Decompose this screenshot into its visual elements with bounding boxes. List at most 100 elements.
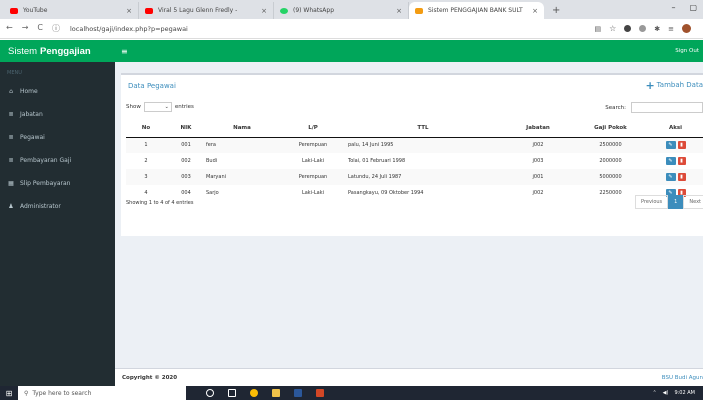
delete-icon[interactable]: ▮ [677, 141, 686, 150]
task-view-icon[interactable] [228, 389, 236, 397]
cell-nama: Budi [206, 158, 218, 164]
windows-start-icon[interactable]: ⊞ [0, 386, 18, 400]
brand-prefix: Sistem [8, 45, 38, 57]
sidebar-toggle-icon[interactable]: ≡ [121, 47, 128, 56]
sign-out-link[interactable]: Sign Out [675, 48, 699, 54]
network-icon[interactable]: ⌃ [652, 390, 656, 396]
browser-tab[interactable]: (9) WhatsApp × [274, 2, 409, 19]
browser-tab[interactable]: Viral 5 Lagu Glenn Fredly - × [139, 2, 274, 19]
cell-jabatan: j002 [532, 190, 544, 196]
url-field[interactable]: localhost/gaji/index.php?p=pegawai [70, 25, 594, 33]
sidebar-item-pembayaran-gaji[interactable]: ≣ Pembayaran Gaji [0, 149, 115, 172]
sidebar-item-pegawai[interactable]: ≣ Pegawai [0, 126, 115, 149]
cell-aksi: ✎ ▮ [643, 169, 703, 185]
sidebar-item-administrator[interactable]: ♟ Administrator [0, 195, 115, 218]
clock[interactable]: 9:02 AM [674, 390, 695, 396]
edit-icon[interactable]: ✎ [665, 173, 676, 181]
cell-nama: Sarjo [206, 190, 219, 196]
cell-jabatan: j003 [532, 158, 544, 164]
pagination: Previous 1 Next [635, 195, 703, 209]
cell-gaji: 2500000 [578, 137, 643, 153]
cortana-icon[interactable] [206, 389, 214, 397]
cell-gaji: 2250000 [599, 190, 622, 196]
entries-select[interactable]: ⌄ [143, 102, 172, 112]
reload-icon[interactable]: C [37, 23, 43, 34]
sidebar-item-home[interactable]: ⌂ Home [0, 80, 115, 103]
sidebar-item-jabatan[interactable]: ≣ Jabatan [0, 103, 115, 126]
new-tab-icon[interactable]: + [544, 2, 568, 19]
back-icon[interactable]: ← [6, 23, 13, 34]
powerpoint-icon[interactable] [316, 389, 324, 397]
cell-nik: 001 [166, 137, 206, 153]
sidebar-item-slip-pembayaran[interactable]: ▦ Slip Pembayaran [0, 172, 115, 195]
column-header-ttl[interactable]: TTL [348, 120, 498, 138]
minimize-icon[interactable]: – [671, 3, 675, 12]
cell-lp: Laki-Laki [301, 190, 325, 196]
close-tab-icon[interactable]: × [126, 7, 132, 15]
home-icon: ⌂ [9, 88, 13, 95]
browser-tab[interactable]: YouTube × [4, 2, 139, 19]
table-row: 1 001 fera Perempuan palu, 14 Juni 1995 … [126, 137, 703, 153]
close-tab-icon[interactable]: × [532, 7, 538, 15]
search-input[interactable] [631, 102, 703, 113]
tambah-data-button[interactable]: + Tambah Data [645, 80, 703, 91]
chrome-icon[interactable] [250, 389, 258, 397]
data-pegawai-panel: Data Pegawai + Tambah Data Show ⌄ entries… [121, 73, 703, 236]
extension-icon[interactable] [624, 25, 632, 32]
list-icon: ≣ [8, 134, 14, 141]
column-header-lp[interactable]: L/P [278, 120, 348, 138]
translate-icon[interactable]: ▤ [594, 25, 601, 33]
profile-avatar[interactable] [682, 24, 691, 33]
cell-lp: Perempuan [278, 137, 348, 153]
previous-page-button[interactable]: Previous [635, 195, 669, 209]
brand-name: Penggajian [40, 45, 91, 57]
taskbar-search-placeholder: Type here to search [32, 389, 92, 397]
file-explorer-icon[interactable] [272, 389, 280, 397]
tab-label: Viral 5 Lagu Glenn Fredly - [158, 7, 238, 14]
user-icon: ♟ [8, 203, 14, 210]
taskbar-search[interactable]: ⚲ Type here to search [18, 386, 186, 400]
volume-icon[interactable]: ◀) [663, 390, 669, 396]
cell-aksi: ✎ ▮ [643, 153, 703, 169]
sidebar-item-label: Pembayaran Gaji [20, 157, 72, 164]
delete-icon[interactable]: ▮ [677, 157, 686, 165]
close-tab-icon[interactable]: × [261, 7, 267, 15]
list-icon: ≣ [8, 111, 14, 118]
table-info: Showing 1 to 4 of 4 entries [126, 200, 194, 206]
nav-buttons: ← → C ⓘ [6, 23, 60, 34]
column-header-no[interactable]: No [126, 120, 166, 138]
puzzle-icon[interactable]: ✱ [654, 25, 660, 33]
cell-jabatan: j001 [498, 169, 578, 185]
close-tab-icon[interactable]: × [396, 7, 402, 15]
browser-tab-active[interactable]: Sistem PENGGAJIAN BANK SULT × [409, 2, 544, 19]
cell-no: 3 [126, 169, 166, 185]
word-icon[interactable] [294, 389, 302, 397]
table-search: Search: [605, 102, 703, 113]
maximize-icon[interactable]: ▢ [689, 3, 697, 12]
cell-lp: Perempuan [278, 169, 348, 185]
next-page-button[interactable]: Next [683, 195, 703, 209]
copyright-text: Copyright © 2020 [122, 374, 178, 381]
entries-length-control: Show ⌄ entries [126, 102, 194, 112]
extension-icon[interactable] [639, 25, 647, 32]
cell-jabatan: j002 [498, 137, 578, 153]
star-icon[interactable]: ☆ [609, 24, 616, 33]
column-header-nik[interactable]: NIK [166, 120, 206, 138]
edit-icon[interactable]: ✎ [665, 157, 676, 165]
app-brand[interactable]: Sistem Penggajian [0, 40, 115, 62]
edit-icon[interactable]: ✎ [665, 141, 676, 150]
cell-nama: fera [206, 137, 278, 153]
column-header-gaji-pokok[interactable]: Gaji Pokok [578, 120, 643, 138]
list-icon: ≣ [8, 157, 14, 164]
browser-tab-strip: YouTube × Viral 5 Lagu Glenn Fredly - × (… [0, 0, 703, 19]
cell-ttl: Latundu, 24 Juli 1987 [348, 169, 498, 185]
column-header-jabatan[interactable]: Jabatan [498, 120, 578, 138]
forward-icon[interactable]: → [22, 23, 29, 34]
menu-lines-icon[interactable]: ≡ [668, 25, 674, 33]
page-1-button[interactable]: 1 [668, 195, 684, 209]
footer-link[interactable]: BSU Budi Agun [662, 375, 703, 381]
column-header-nama[interactable]: Nama [206, 120, 278, 138]
info-icon[interactable]: ⓘ [52, 23, 60, 34]
table-row: 4 004 Sarjo Laki-Laki Pasangkayu, 09 Okt… [126, 185, 703, 201]
delete-icon[interactable]: ▮ [677, 173, 686, 181]
